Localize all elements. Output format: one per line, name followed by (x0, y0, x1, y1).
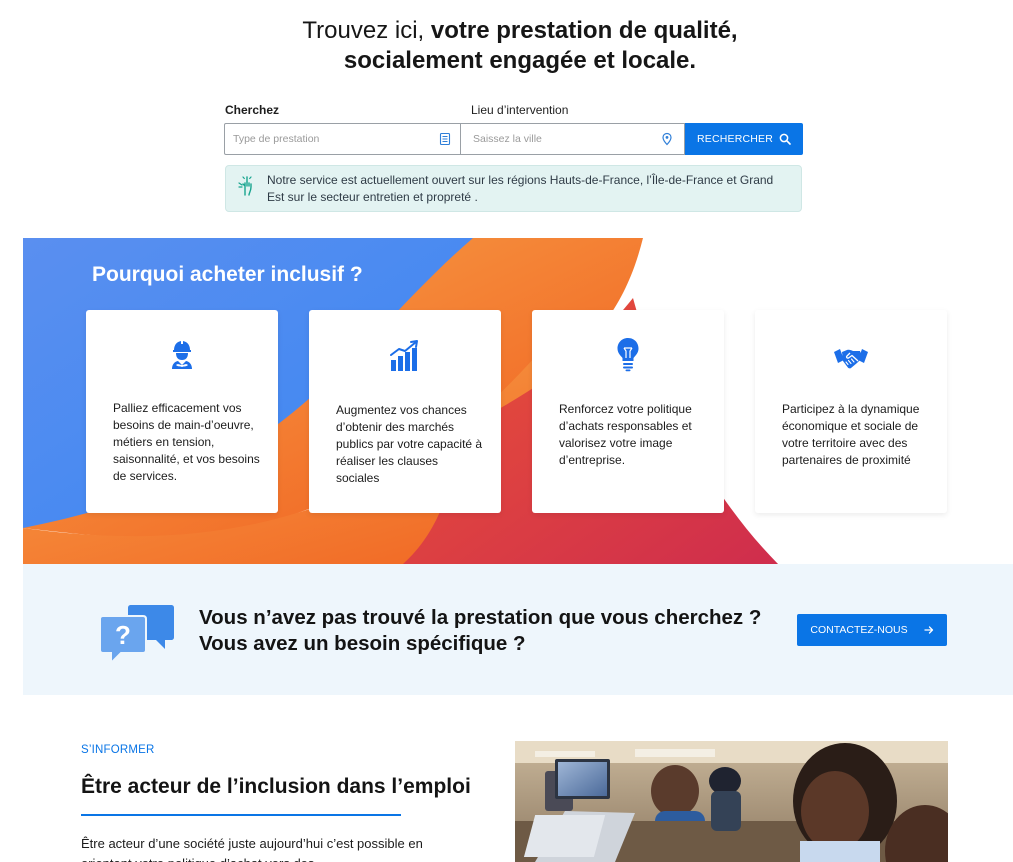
location-field-wrapper (461, 123, 685, 155)
benefit-card-workforce: Palliez efficacement vos besoins de main… (86, 310, 278, 513)
office-team-photo-illustration (515, 741, 948, 862)
contact-us-button[interactable]: CONTACTEZ-NOUS (797, 614, 947, 646)
search-button-label: RECHERCHER (696, 133, 774, 145)
why-title: Pourquoi acheter inclusif ? (92, 263, 363, 287)
worker-icon (172, 340, 192, 369)
list-icon (439, 132, 451, 146)
service-field-wrapper (224, 123, 461, 155)
info-title: Être acteur de l’inclusion dans l’emploi (81, 775, 471, 799)
search-bar: RECHERCHER (224, 123, 803, 155)
contact-headline-line1: Vous n’avez pas trouvé la prestation que… (199, 606, 762, 629)
contact-banner: ? Vous n’avez pas trouvé la prestation q… (23, 564, 1013, 695)
benefit-card-local-economy-text: Participez à la dynamique économique et … (782, 402, 920, 467)
search-service-label: Cherchez (225, 103, 280, 117)
benefit-card-local-economy: Participez à la dynamique économique et … (755, 310, 947, 513)
location-input[interactable] (461, 133, 684, 145)
pointing-hand-icon (238, 176, 252, 196)
arrow-right-icon (923, 626, 933, 634)
info-title-light: Être acteur (81, 775, 197, 798)
hero-title: Trouvez ici, votre prestation de qualité… (0, 16, 1013, 76)
why-title-light: Pourquoi acheter (92, 263, 271, 286)
service-type-input[interactable] (225, 133, 460, 145)
handshake-icon (834, 349, 868, 369)
lightbulb-icon (617, 338, 639, 372)
info-body-text: Être acteur d’une société juste aujourd’… (81, 836, 423, 862)
benefit-card-responsible-purchasing: Renforcez votre politique d’achats respo… (532, 310, 724, 513)
benefit-card-public-markets: Augmentez vos chances d’obtenir des marc… (309, 310, 501, 513)
search-button[interactable]: RECHERCHER (685, 123, 803, 155)
notice-text: Notre service est actuellement ouvert su… (267, 173, 774, 204)
why-title-bold: inclusif ? (270, 263, 363, 286)
info-kicker: S’INFORMER (81, 744, 155, 756)
map-pin-icon (662, 132, 672, 146)
benefit-card-public-markets-text: Augmentez vos chances d’obtenir des marc… (336, 403, 483, 485)
service-area-notice: Notre service est actuellement ouvert su… (225, 165, 802, 212)
hero-title-bold-2: socialement engagée et locale. (343, 47, 697, 74)
search-location-label: Lieu d’intervention (471, 103, 569, 117)
info-title-underline (81, 814, 401, 816)
svg-text:?: ? (115, 620, 131, 650)
contact-headline: Vous n’avez pas trouvé la prestation que… (199, 605, 761, 657)
office-team-photo (515, 741, 948, 862)
info-title-bold: de l’inclusion dans l’emploi (196, 775, 471, 798)
contact-us-button-label: CONTACTEZ-NOUS (810, 624, 908, 636)
search-icon (779, 133, 791, 145)
question-bubbles-icon: ? (99, 605, 174, 666)
why-inclusive-section: Pourquoi acheter inclusif ? Palliez effi… (23, 238, 1013, 564)
contact-headline-line2: Vous avez un besoin spécifique ? (199, 632, 526, 655)
benefit-card-workforce-text: Palliez efficacement vos besoins de main… (113, 401, 260, 483)
hero-title-light: Trouvez ici, (302, 17, 431, 44)
benefit-card-responsible-purchasing-text: Renforcez votre politique d’achats respo… (559, 402, 692, 467)
hero-title-bold-1: votre prestation de qualité, (430, 17, 738, 44)
growth-chart-icon (390, 340, 418, 371)
